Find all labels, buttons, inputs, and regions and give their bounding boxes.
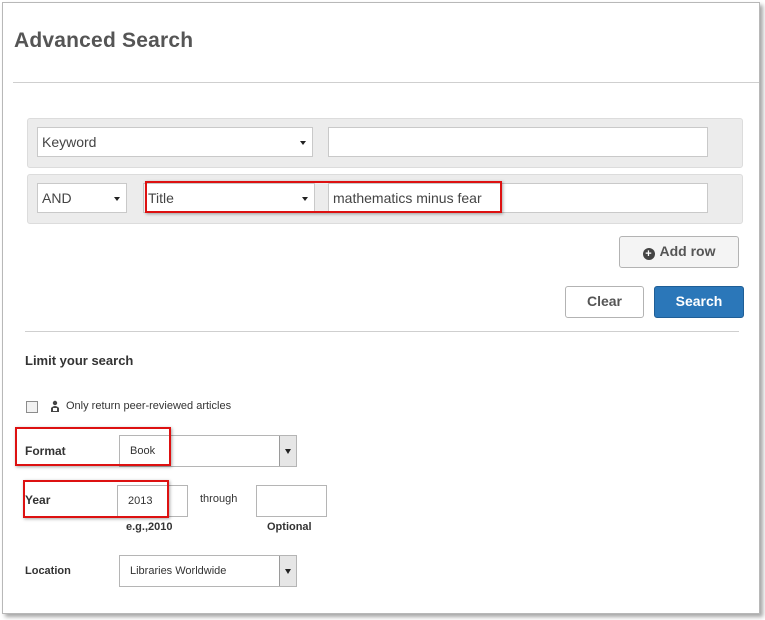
search-button[interactable]: Search bbox=[654, 286, 744, 318]
divider bbox=[25, 331, 739, 332]
plus-circle-icon: + bbox=[642, 248, 655, 260]
search-term-input-row-1[interactable] bbox=[328, 127, 708, 157]
through-label: through bbox=[200, 493, 238, 505]
year-to-input[interactable] bbox=[256, 485, 327, 517]
peer-reviewed-label: Only return peer-reviewed articles bbox=[66, 400, 232, 412]
limit-heading: Limit your search bbox=[25, 353, 134, 368]
highlight-title-annotation bbox=[145, 181, 502, 213]
add-row-button[interactable]: + Add row bbox=[619, 236, 739, 268]
field-select-value: Keyword bbox=[42, 134, 97, 150]
location-select[interactable]: Libraries Worldwide bbox=[119, 555, 297, 587]
operator-select-value: AND bbox=[42, 190, 72, 206]
chevron-down-icon bbox=[300, 141, 306, 145]
divider bbox=[13, 82, 759, 83]
chevron-down-icon bbox=[114, 197, 120, 201]
location-label: Location bbox=[25, 565, 71, 577]
location-select-value: Libraries Worldwide bbox=[130, 565, 227, 577]
year-to-hint: Optional bbox=[267, 521, 312, 533]
peer-review-icon bbox=[50, 400, 60, 413]
highlight-year-annotation bbox=[23, 480, 169, 518]
highlight-format-annotation bbox=[15, 427, 171, 466]
peer-reviewed-checkbox[interactable] bbox=[26, 401, 38, 413]
advanced-search-panel: Advanced Search Keyword AND Title mathem… bbox=[2, 2, 760, 614]
add-row-label: Add row bbox=[659, 243, 716, 259]
chevron-down-icon bbox=[279, 436, 296, 466]
clear-button[interactable]: Clear bbox=[565, 286, 644, 318]
operator-select-row-2[interactable]: AND bbox=[37, 183, 127, 213]
chevron-down-icon bbox=[279, 556, 296, 586]
year-from-hint: e.g.,2010 bbox=[126, 521, 173, 533]
field-select-row-1[interactable]: Keyword bbox=[37, 127, 313, 157]
page-title: Advanced Search bbox=[14, 29, 194, 52]
